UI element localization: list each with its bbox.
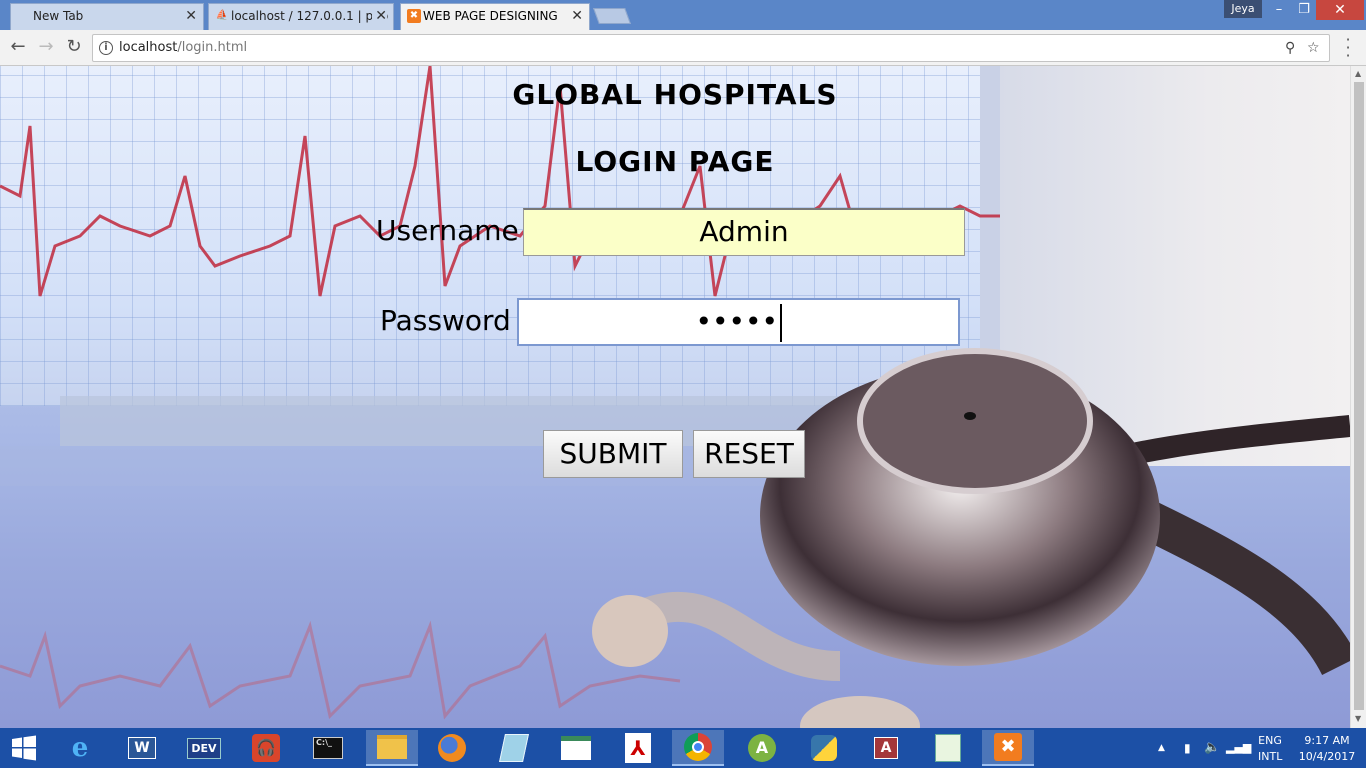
text-caret bbox=[780, 304, 782, 342]
keyboard-layout: INTL bbox=[1258, 750, 1283, 763]
network-signal-icon[interactable]: ▂▄▆ bbox=[1226, 728, 1251, 768]
browser-toolbar: ← → ↻ i localhost/login.html ⚲ ☆ · · · bbox=[0, 30, 1366, 66]
forward-arrow-icon[interactable]: → bbox=[34, 36, 58, 60]
language-indicator[interactable]: ENG INTL bbox=[1258, 734, 1282, 768]
url-host: localhost bbox=[119, 40, 178, 55]
tab-label: New Tab bbox=[33, 9, 84, 23]
acrobat-icon[interactable]: ⅄ bbox=[620, 730, 656, 766]
restore-icon[interactable]: ❐ bbox=[1291, 0, 1317, 20]
vertical-scrollbar[interactable]: ▲ ▼ bbox=[1350, 66, 1366, 728]
spreadsheet-icon[interactable] bbox=[558, 730, 594, 766]
volume-icon[interactable]: 🔈 bbox=[1204, 728, 1220, 768]
file-explorer-icon[interactable] bbox=[366, 730, 418, 766]
key-icon[interactable]: ⚲ bbox=[1285, 40, 1295, 56]
password-label: Password bbox=[380, 304, 511, 337]
back-arrow-icon[interactable]: ← bbox=[6, 36, 30, 60]
headphones-app-icon[interactable]: 🎧 bbox=[248, 730, 284, 766]
page-viewport: GLOBAL HOSPITALS LOGIN PAGE Username Adm… bbox=[0, 66, 1350, 728]
tab-close-icon[interactable]: ✕ bbox=[372, 4, 387, 28]
clock-time: 9:17 AM bbox=[1304, 734, 1350, 747]
android-studio-icon[interactable]: A bbox=[744, 730, 780, 766]
url-path: /login.html bbox=[177, 40, 248, 55]
tab-label: WEB PAGE DESIGNING bbox=[423, 9, 558, 23]
cmd-icon[interactable]: C:\_ bbox=[310, 730, 346, 766]
firefox-icon[interactable] bbox=[434, 730, 470, 766]
address-bar[interactable]: i localhost/login.html ⚲ ☆ bbox=[92, 34, 1330, 62]
site-title: GLOBAL HOSPITALS bbox=[512, 78, 838, 111]
reload-icon[interactable]: ↻ bbox=[62, 36, 86, 60]
browser-title-bar: New Tab ✕ ⛵ localhost / 127.0.0.1 | php … bbox=[0, 0, 1366, 30]
tab-web-page-designing[interactable]: ✖ WEB PAGE DESIGNING ✕ bbox=[400, 3, 590, 30]
login-page-heading: LOGIN PAGE bbox=[575, 145, 775, 178]
word-icon[interactable]: W bbox=[124, 730, 160, 766]
start-icon[interactable] bbox=[6, 730, 42, 766]
scroll-up-icon[interactable]: ▲ bbox=[1355, 69, 1361, 78]
clock-date: 10/4/2017 bbox=[1298, 750, 1356, 763]
xampp-icon[interactable]: ✖ bbox=[982, 730, 1034, 766]
tab-close-icon[interactable]: ✕ bbox=[571, 4, 583, 28]
password-mask: ••••• bbox=[695, 305, 779, 338]
url-text[interactable]: localhost/login.html bbox=[119, 40, 247, 55]
windows-taskbar: e W DEV 🎧 C:\_ ⅄ A A ✖ ▲ ▮ 🔈 ▂▄▆ ENG INT… bbox=[0, 728, 1366, 768]
show-hidden-icons-icon[interactable]: ▲ bbox=[1158, 728, 1165, 768]
python-icon[interactable] bbox=[806, 730, 842, 766]
reset-button[interactable]: RESET bbox=[693, 430, 805, 478]
username-input[interactable]: Admin bbox=[523, 208, 965, 256]
tab-label: localhost / 127.0.0.1 | php bbox=[231, 9, 389, 23]
xampp-favicon-icon: ✖ bbox=[407, 9, 421, 23]
notepad-icon[interactable] bbox=[496, 730, 532, 766]
tab-phpmyadmin[interactable]: ⛵ localhost / 127.0.0.1 | php ✕ bbox=[208, 3, 394, 30]
menu-dots-icon[interactable]: · · · bbox=[1343, 32, 1353, 64]
info-icon[interactable]: i bbox=[99, 41, 113, 55]
password-input[interactable]: ••••• bbox=[517, 298, 960, 346]
username-value: Admin bbox=[699, 215, 789, 248]
tab-close-icon[interactable]: ✕ bbox=[185, 4, 197, 28]
clock[interactable]: 9:17 AM 10/4/2017 bbox=[1292, 734, 1362, 768]
internet-explorer-icon[interactable]: e bbox=[62, 730, 98, 766]
access-icon[interactable]: A bbox=[868, 730, 904, 766]
phpmyadmin-icon: ⛵ bbox=[215, 10, 229, 21]
battery-icon[interactable]: ▮ bbox=[1184, 728, 1191, 768]
submit-button[interactable]: SUBMIT bbox=[543, 430, 683, 478]
scrollbar-thumb[interactable] bbox=[1354, 82, 1364, 710]
chrome-icon[interactable] bbox=[672, 730, 724, 766]
new-tab-button[interactable] bbox=[593, 8, 631, 24]
tab-new-tab[interactable]: New Tab ✕ bbox=[10, 3, 204, 30]
scroll-down-icon[interactable]: ▼ bbox=[1355, 714, 1361, 723]
editor-icon[interactable] bbox=[930, 730, 966, 766]
close-window-icon[interactable]: ✕ bbox=[1316, 0, 1364, 20]
language-code: ENG bbox=[1258, 734, 1282, 747]
devcpp-icon[interactable]: DEV bbox=[186, 730, 222, 766]
profile-button[interactable]: Jeya bbox=[1224, 0, 1262, 18]
username-label: Username bbox=[376, 214, 519, 247]
minimize-icon[interactable]: – bbox=[1266, 0, 1292, 20]
star-bookmark-icon[interactable]: ☆ bbox=[1307, 40, 1320, 56]
